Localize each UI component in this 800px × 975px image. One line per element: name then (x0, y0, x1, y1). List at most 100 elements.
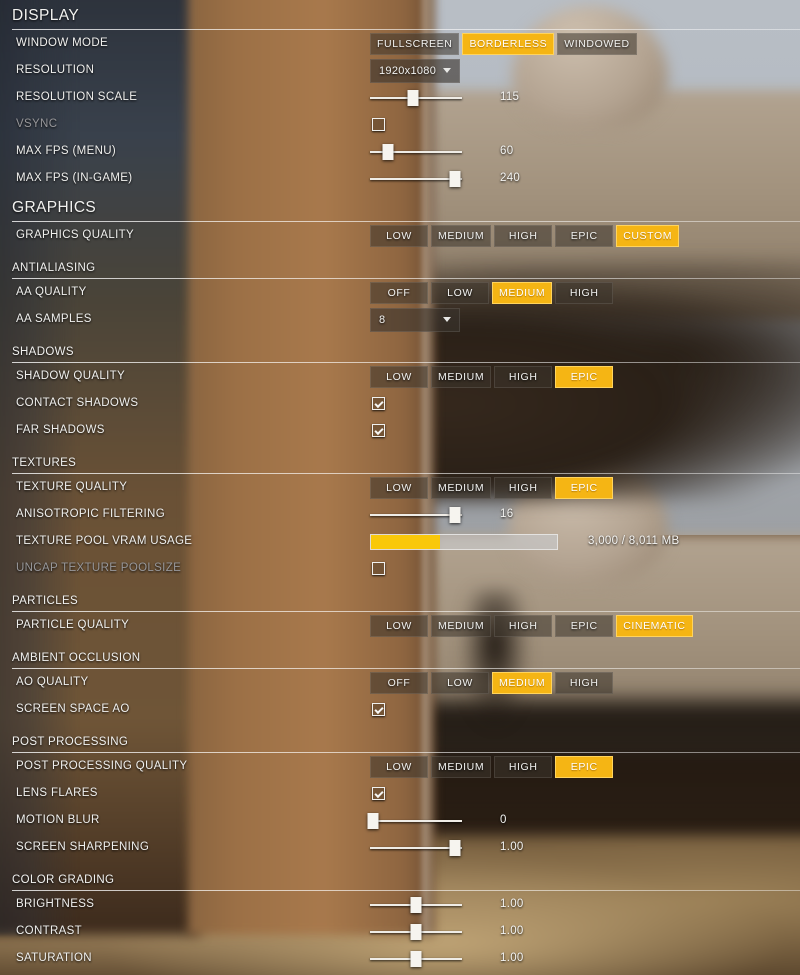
slider-handle[interactable] (407, 89, 419, 106)
video-settings-panel: DISPLAY WINDOW MODE FULLSCREEN BORDERLESS WI… (0, 0, 800, 975)
setting-label: PARTICLE QUALITY (16, 618, 130, 631)
segment-option[interactable]: HIGH (494, 224, 553, 247)
section-divider (12, 890, 800, 891)
slider-control[interactable] (370, 170, 462, 188)
slider-handle[interactable] (449, 170, 461, 187)
segment-option[interactable]: MEDIUM (431, 755, 492, 778)
segment-option[interactable]: OFF (370, 671, 428, 694)
segment-option[interactable]: MEDIUM (492, 671, 553, 694)
setting-label: AO QUALITY (16, 675, 89, 688)
section-title: ANTIALIASING (12, 262, 96, 274)
section-divider (12, 668, 800, 669)
slider-handle[interactable] (410, 896, 422, 913)
segment-option[interactable]: MEDIUM (431, 224, 492, 247)
segment-option[interactable]: HIGH (494, 755, 553, 778)
slider-control[interactable] (370, 89, 462, 107)
setting-label: WINDOW MODE (16, 36, 109, 49)
segmented-control: LOW MEDIUM HIGH EPIC CUSTOM (370, 224, 680, 247)
checkbox-vsync[interactable] (372, 117, 385, 131)
segment-option[interactable]: LOW (431, 671, 489, 694)
slider-control[interactable] (370, 143, 462, 161)
slider-handle[interactable] (410, 950, 422, 967)
segment-option[interactable]: CUSTOM (616, 224, 680, 247)
slider-value: 1.00 (500, 840, 524, 853)
slider-control[interactable] (370, 923, 462, 941)
slider-control[interactable] (370, 839, 462, 857)
setting-label: SHADOW QUALITY (16, 369, 126, 382)
slider-value: 115 (500, 90, 520, 103)
setting-label: RESOLUTION (16, 63, 95, 76)
segment-option[interactable]: LOW (431, 281, 489, 304)
section-title: TEXTURES (12, 457, 77, 469)
setting-label: AA SAMPLES (16, 312, 92, 325)
slider-value: 0 (500, 813, 507, 826)
segmented-control: OFF LOW MEDIUM HIGH (370, 671, 614, 694)
segment-option[interactable]: MEDIUM (431, 476, 492, 499)
segment-option[interactable]: EPIC (555, 755, 614, 778)
checkbox-far-shadows[interactable] (372, 423, 385, 437)
segment-option[interactable]: EPIC (555, 614, 614, 637)
checkbox-screen-space-ao[interactable] (372, 702, 385, 716)
setting-label: SCREEN SHARPENING (16, 840, 150, 853)
slider-value: 1.00 (500, 897, 524, 910)
segment-option[interactable]: MEDIUM (431, 365, 492, 388)
section-header-antialiasing: ANTIALIASING (0, 249, 800, 279)
segment-option[interactable]: MEDIUM (431, 614, 492, 637)
slider-control[interactable] (370, 896, 462, 914)
checkbox-contact-shadows[interactable] (372, 396, 385, 410)
slider-handle[interactable] (410, 923, 422, 940)
segment-option[interactable]: LOW (370, 224, 428, 247)
segmented-control: FULLSCREEN BORDERLESS WINDOWED (370, 32, 637, 55)
setting-label: MAX FPS (MENU) (16, 144, 117, 157)
segment-option[interactable]: EPIC (555, 476, 614, 499)
segmented-control: LOW MEDIUM HIGH EPIC CINEMATIC (370, 614, 693, 637)
segment-option[interactable]: HIGH (494, 476, 553, 499)
checkbox-lens-flares[interactable] (372, 786, 385, 800)
segment-option[interactable]: HIGH (555, 671, 614, 694)
slider-control[interactable] (370, 950, 462, 968)
segment-option[interactable]: EPIC (555, 224, 614, 247)
slider-value: 16 (500, 507, 514, 520)
section-divider (12, 473, 800, 474)
checkbox-uncap-texture-poolsize[interactable] (372, 561, 385, 575)
segment-option[interactable]: LOW (370, 614, 428, 637)
slider-handle[interactable] (382, 143, 394, 160)
section-header-post-processing: POST PROCESSING (0, 723, 800, 753)
slider-handle[interactable] (449, 839, 461, 856)
setting-label: TEXTURE QUALITY (16, 480, 128, 493)
segment-option[interactable]: HIGH (555, 281, 614, 304)
segment-option[interactable]: MEDIUM (492, 281, 553, 304)
setting-label: UNCAP TEXTURE POOLSIZE (16, 561, 182, 574)
segment-option[interactable]: FULLSCREEN (370, 32, 460, 55)
segment-option[interactable]: LOW (370, 755, 428, 778)
dropdown-resolution[interactable]: 1920x1080 (370, 58, 460, 83)
section-divider (12, 278, 800, 279)
segment-option[interactable]: HIGH (494, 365, 553, 388)
segment-option[interactable]: CINEMATIC (616, 614, 693, 637)
slider-handle[interactable] (367, 812, 379, 829)
setting-label: CONTACT SHADOWS (16, 396, 139, 409)
section-header-color-grading: COLOR GRADING (0, 861, 800, 891)
segment-option[interactable]: LOW (370, 365, 428, 388)
setting-label: VSYNC (16, 117, 58, 130)
segment-option[interactable]: BORDERLESS (462, 32, 555, 55)
slider-control[interactable] (367, 812, 462, 830)
dropdown-aa-samples[interactable]: 8 (370, 307, 460, 332)
segment-option[interactable]: LOW (370, 476, 428, 499)
dropdown-value: 8 (379, 313, 386, 326)
setting-label: ANISOTROPIC FILTERING (16, 507, 165, 520)
section-title: SHADOWS (12, 346, 74, 358)
setting-label: MOTION BLUR (16, 813, 100, 826)
segment-option[interactable]: OFF (370, 281, 428, 304)
slider-handle[interactable] (449, 506, 461, 523)
vram-usage-fill (371, 534, 440, 549)
vram-usage-bar (370, 533, 558, 550)
segment-option[interactable]: WINDOWED (557, 32, 637, 55)
section-title: GRAPHICS (12, 199, 97, 216)
slider-control[interactable] (370, 506, 462, 524)
segment-option[interactable]: HIGH (494, 614, 553, 637)
segmented-control: LOW MEDIUM HIGH EPIC (370, 365, 614, 388)
section-divider (12, 29, 800, 30)
section-divider (12, 362, 800, 363)
segment-option[interactable]: EPIC (555, 365, 614, 388)
